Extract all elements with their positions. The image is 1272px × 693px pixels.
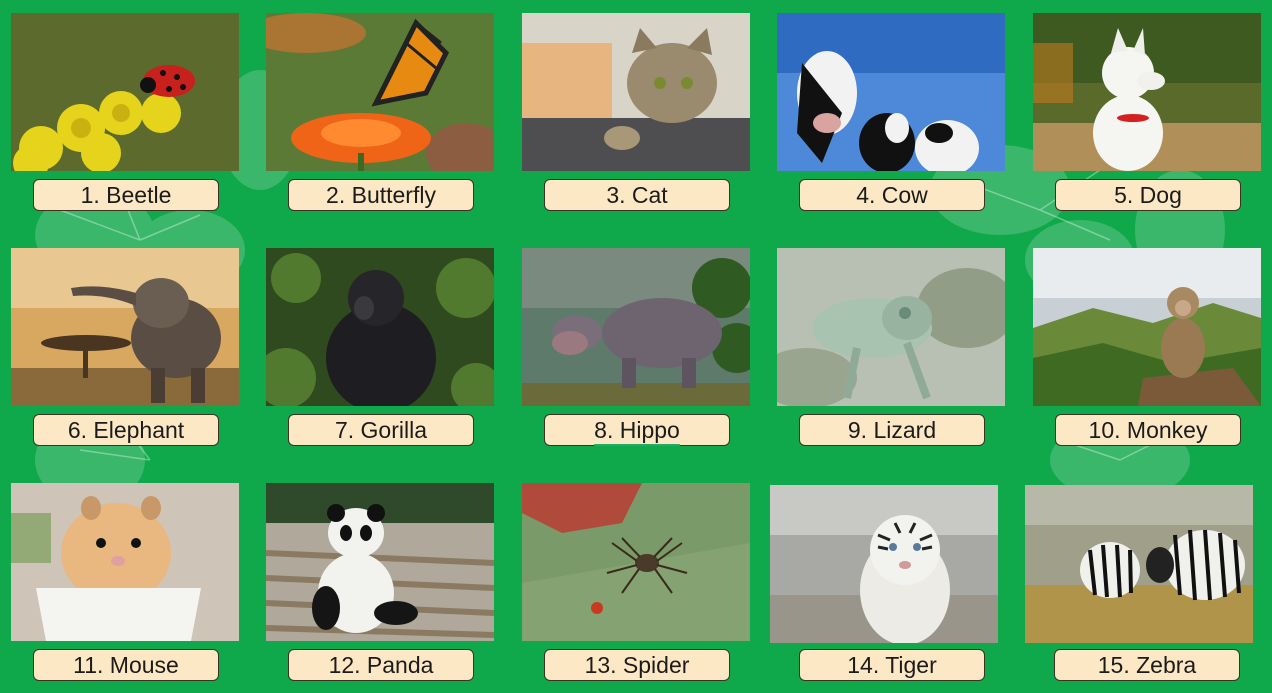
gorilla-photo[interactable] bbox=[266, 248, 494, 406]
butterfly-photo[interactable] bbox=[266, 13, 494, 171]
animal-label-beetle[interactable]: 1. Beetle bbox=[33, 179, 219, 211]
lizard-photo[interactable] bbox=[777, 248, 1005, 406]
card-hippo[interactable]: 8. Hippo bbox=[522, 248, 750, 446]
card-gorilla[interactable]: 7. Gorilla bbox=[266, 248, 494, 446]
dog-photo[interactable] bbox=[1033, 13, 1261, 171]
card-butterfly[interactable]: 2. Butterfly bbox=[266, 13, 494, 211]
animal-label-dog[interactable]: 5. Dog bbox=[1055, 179, 1241, 211]
monkey-photo[interactable] bbox=[1033, 248, 1261, 406]
tiger-photo[interactable] bbox=[770, 485, 998, 643]
card-cow[interactable]: 4. Cow bbox=[777, 13, 1005, 211]
cow-photo[interactable] bbox=[777, 13, 1005, 171]
card-monkey[interactable]: 10. Monkey bbox=[1033, 248, 1261, 446]
elephant-photo[interactable] bbox=[11, 248, 239, 406]
cat-photo[interactable] bbox=[522, 13, 750, 171]
zebra-photo[interactable] bbox=[1025, 485, 1253, 643]
hippo-photo[interactable] bbox=[522, 248, 750, 406]
animal-label-elephant[interactable]: 6. Elephant bbox=[33, 414, 219, 446]
card-beetle[interactable]: 1. Beetle bbox=[11, 13, 239, 211]
animal-label-zebra[interactable]: 15. Zebra bbox=[1054, 649, 1240, 681]
animal-label-panda[interactable]: 12. Panda bbox=[288, 649, 474, 681]
card-tiger[interactable]: 14. Tiger bbox=[770, 485, 998, 681]
card-lizard[interactable]: 9. Lizard bbox=[777, 248, 1005, 446]
card-mouse[interactable]: 11. Mouse bbox=[11, 483, 239, 681]
animal-label-hippo[interactable]: 8. Hippo bbox=[544, 414, 730, 446]
card-zebra[interactable]: 15. Zebra bbox=[1025, 485, 1253, 681]
animal-label-mouse[interactable]: 11. Mouse bbox=[33, 649, 219, 681]
animal-label-gorilla[interactable]: 7. Gorilla bbox=[288, 414, 474, 446]
panda-photo[interactable] bbox=[266, 483, 494, 641]
card-spider[interactable]: 13. Spider bbox=[522, 483, 750, 681]
card-elephant[interactable]: 6. Elephant bbox=[11, 248, 239, 446]
animal-label-cow[interactable]: 4. Cow bbox=[799, 179, 985, 211]
animal-label-lizard[interactable]: 9. Lizard bbox=[799, 414, 985, 446]
animal-label-spider[interactable]: 13. Spider bbox=[544, 649, 730, 681]
animal-label-tiger[interactable]: 14. Tiger bbox=[799, 649, 985, 681]
card-cat[interactable]: 3. Cat bbox=[522, 13, 750, 211]
card-panda[interactable]: 12. Panda bbox=[266, 483, 494, 681]
animal-label-monkey[interactable]: 10. Monkey bbox=[1055, 414, 1241, 446]
mouse-photo[interactable] bbox=[11, 483, 239, 641]
animal-label-cat[interactable]: 3. Cat bbox=[544, 179, 730, 211]
card-dog[interactable]: 5. Dog bbox=[1033, 13, 1261, 211]
animal-label-butterfly[interactable]: 2. Butterfly bbox=[288, 179, 474, 211]
beetle-photo[interactable] bbox=[11, 13, 239, 171]
spider-photo[interactable] bbox=[522, 483, 750, 641]
